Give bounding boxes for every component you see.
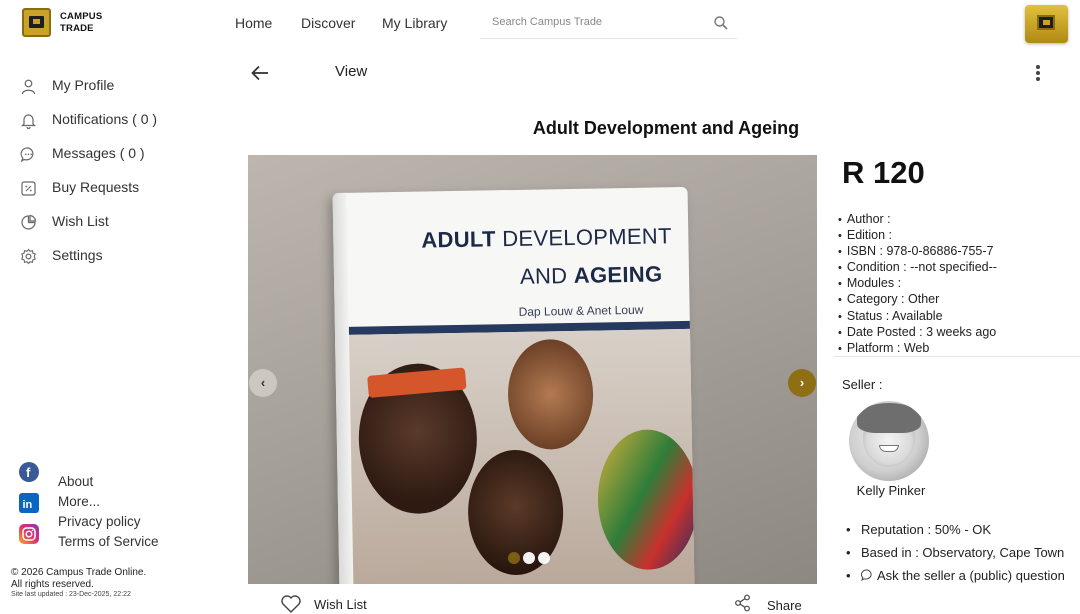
svg-text:in: in xyxy=(23,499,33,511)
campus-trade-logo[interactable] xyxy=(22,8,51,37)
footer-link-terms[interactable]: Terms of Service xyxy=(58,534,159,549)
sidebar-item-buy-requests[interactable]: Buy Requests xyxy=(20,177,210,199)
cover-photo-faces xyxy=(349,328,695,584)
seller-avatar[interactable] xyxy=(849,401,929,481)
seller-name[interactable]: Kelly Pinker xyxy=(830,483,952,498)
share-label: Share xyxy=(767,598,802,613)
sidebar-item-label: Notifications ( 0 ) xyxy=(52,111,158,127)
page-title: View xyxy=(335,63,368,80)
carousel-prev-button[interactable]: ‹ xyxy=(249,369,277,397)
sidebar-item-wish-list[interactable]: Wish List xyxy=(20,211,210,233)
bell-icon xyxy=(21,114,36,129)
ask-seller-link[interactable]: Ask the seller a (public) question xyxy=(846,568,1066,583)
search-icon[interactable] xyxy=(713,15,729,31)
listing-detail-item: Category : Other xyxy=(838,292,997,308)
facebook-icon[interactable]: f xyxy=(19,462,39,482)
listing-detail-item: Condition : --not specified-- xyxy=(838,260,997,276)
footer-link-privacy[interactable]: Privacy policy xyxy=(58,514,141,529)
footer-link-more[interactable]: More... xyxy=(58,494,100,509)
copyright-text: © 2026 Campus Trade Online. All rights r… xyxy=(11,567,146,591)
cover-title-line1: ADULT DEVELOPMENT xyxy=(421,223,672,253)
svg-text:f: f xyxy=(26,465,31,480)
seller-label: Seller : xyxy=(842,377,883,392)
sidebar-item-messages[interactable]: Messages ( 0 ) xyxy=(20,143,210,165)
rights-line: All rights reserved. xyxy=(11,579,94,590)
account-avatar[interactable] xyxy=(1025,5,1068,43)
cover-title-line2: AND AGEING xyxy=(519,261,663,289)
sidebar-item-settings[interactable]: Settings xyxy=(20,245,210,267)
carousel-dot[interactable] xyxy=(508,552,520,564)
sidebar-item-notifications[interactable]: Notifications ( 0 ) xyxy=(20,109,210,131)
chat-icon xyxy=(20,147,34,163)
share-icon xyxy=(735,594,750,612)
listing-detail-item: Status : Available xyxy=(838,309,997,325)
sidebar-item-my-profile[interactable]: My Profile xyxy=(20,75,210,97)
instagram-icon[interactable] xyxy=(19,524,39,544)
image-carousel[interactable]: ADULT DEVELOPMENT AND AGEING Dap Louw & … xyxy=(248,155,817,584)
carousel-next-button[interactable]: › xyxy=(788,369,816,397)
nav-my-library[interactable]: My Library xyxy=(382,15,447,31)
sidebar-item-label: Settings xyxy=(52,247,103,263)
brand-name[interactable]: CAMPUS TRADE xyxy=(60,11,102,35)
sidebar-item-label: My Profile xyxy=(52,77,115,93)
cover-authors: Dap Louw & Anet Louw xyxy=(518,302,644,319)
price: R 120 xyxy=(842,155,925,190)
listing-detail-item: Date Posted : 3 weeks ago xyxy=(838,325,997,341)
gear-icon xyxy=(21,248,36,265)
top-bar: CAMPUS TRADE Home Discover My Library xyxy=(0,0,1080,46)
divider xyxy=(834,356,1080,357)
sidebar-item-label: Messages ( 0 ) xyxy=(52,145,145,161)
user-icon xyxy=(21,79,36,95)
wish-list-label: Wish List xyxy=(314,597,367,612)
nav-home[interactable]: Home xyxy=(235,15,272,31)
ask-seller-label: Ask the seller a (public) question xyxy=(877,568,1065,583)
sidebar-item-label: Buy Requests xyxy=(52,179,140,195)
listing-details: Author :Edition :ISBN : 978-0-86886-755-… xyxy=(838,212,997,357)
chat-icon xyxy=(860,569,872,582)
search-bar xyxy=(480,7,738,39)
site-updated: Site last updated : 23-Dec-2025, 22:22 xyxy=(11,591,131,598)
sidebar-item-label: Wish List xyxy=(52,213,109,229)
listing-detail-item: ISBN : 978-0-86886-755-7 xyxy=(838,244,997,260)
tag-icon xyxy=(21,181,36,196)
nav-discover[interactable]: Discover xyxy=(301,15,355,31)
footer-link-about[interactable]: About xyxy=(58,474,93,489)
back-arrow-icon[interactable] xyxy=(250,63,270,83)
book-title: Adult Development and Ageing xyxy=(532,118,800,138)
seller-reputation: Reputation : 50% - OK xyxy=(846,522,1066,537)
copyright-line: © 2026 Campus Trade Online. xyxy=(11,567,147,578)
carousel-dot[interactable] xyxy=(523,552,535,564)
seller-location: Based in : Observatory, Cape Town xyxy=(846,545,1066,560)
listing-detail-item: Modules : xyxy=(838,276,997,292)
search-input[interactable] xyxy=(492,16,702,28)
heart-icon xyxy=(281,595,301,613)
pie-icon xyxy=(21,214,37,230)
more-options-icon[interactable] xyxy=(1032,64,1044,82)
listing-detail-item: Author : xyxy=(838,212,997,228)
carousel-dot[interactable] xyxy=(538,552,550,564)
listing-detail-item: Platform : Web xyxy=(838,341,997,357)
seller-info: Reputation : 50% - OK Based in : Observa… xyxy=(846,522,1066,591)
linkedin-icon[interactable]: in xyxy=(19,493,39,513)
brand-line1: CAMPUS xyxy=(60,11,103,22)
book-cover-image: ADULT DEVELOPMENT AND AGEING Dap Louw & … xyxy=(332,186,695,584)
listing-detail-item: Edition : xyxy=(838,228,997,244)
brand-line2: TRADE xyxy=(60,23,94,34)
